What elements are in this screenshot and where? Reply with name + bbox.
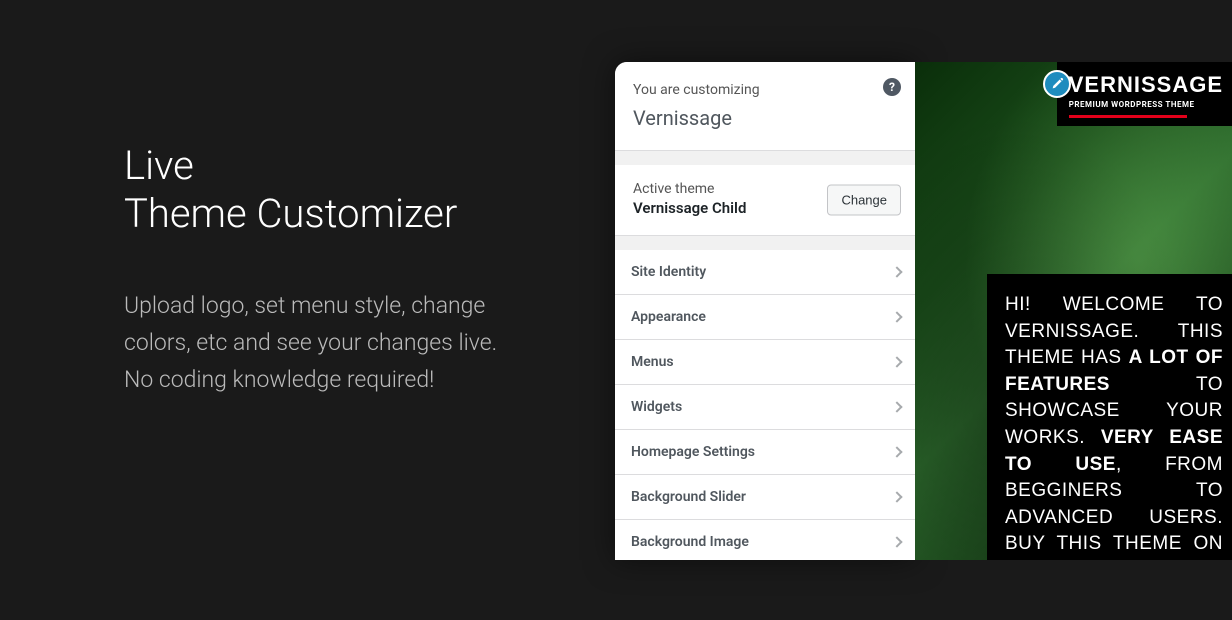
chevron-right-icon	[891, 311, 902, 322]
section-background-slider[interactable]: Background Slider	[615, 475, 915, 520]
section-label: Homepage Settings	[631, 444, 755, 460]
chevron-right-icon	[891, 446, 902, 457]
customizing-theme: Vernissage	[633, 106, 732, 130]
section-appearance[interactable]: Appearance	[615, 295, 915, 340]
customizer-panel: You are customizing Vernissage ? Active …	[615, 62, 915, 560]
chevron-right-icon	[891, 356, 902, 367]
logo-text: VERNISSAGE PREMIUM WORDPRESS THEME	[1069, 72, 1223, 118]
promo-title: Live Theme Customizer	[124, 142, 524, 238]
logo-box: VERNISSAGE PREMIUM WORDPRESS THEME	[1057, 62, 1232, 126]
section-background-image[interactable]: Background Image	[615, 520, 915, 560]
section-homepage-settings[interactable]: Homepage Settings	[615, 430, 915, 475]
chevron-right-icon	[891, 491, 902, 502]
logo-underline	[1069, 115, 1187, 118]
section-label: Appearance	[631, 309, 706, 325]
change-theme-button[interactable]: Change	[827, 185, 901, 216]
section-label: Site Identity	[631, 264, 706, 280]
chevron-right-icon	[891, 266, 902, 277]
welcome-box: HI! WELCOME TO VERNISSAGE. THIS THEME HA…	[987, 274, 1232, 560]
edit-shortcut-icon[interactable]	[1043, 70, 1071, 98]
chevron-right-icon	[891, 536, 902, 547]
promo-title-line1: Live	[124, 142, 194, 189]
section-site-identity[interactable]: Site Identity	[615, 250, 915, 295]
section-label: Menus	[631, 354, 674, 370]
customizing-label: You are customizing	[633, 82, 897, 98]
promo-title-line2: Theme Customizer	[124, 190, 457, 237]
section-label: Background Image	[631, 534, 749, 550]
section-label: Background Slider	[631, 489, 746, 505]
section-label: Widgets	[631, 399, 682, 415]
active-theme-row: Active theme Vernissage Child Change	[615, 165, 915, 236]
help-icon[interactable]: ?	[883, 78, 901, 96]
section-menus[interactable]: Menus	[615, 340, 915, 385]
promo-text: Live Theme Customizer Upload logo, set m…	[124, 142, 524, 398]
section-list: Site Identity Appearance Menus Widgets H…	[615, 250, 915, 560]
live-preview: VERNISSAGE PREMIUM WORDPRESS THEME HI! W…	[915, 62, 1232, 560]
chevron-right-icon	[891, 401, 902, 412]
brand-tagline: PREMIUM WORDPRESS THEME	[1069, 100, 1223, 109]
customizer-header: You are customizing Vernissage ?	[615, 62, 915, 151]
section-widgets[interactable]: Widgets	[615, 385, 915, 430]
brand-name: VERNISSAGE	[1069, 72, 1223, 98]
promo-description: Upload logo, set menu style, change colo…	[124, 288, 524, 398]
